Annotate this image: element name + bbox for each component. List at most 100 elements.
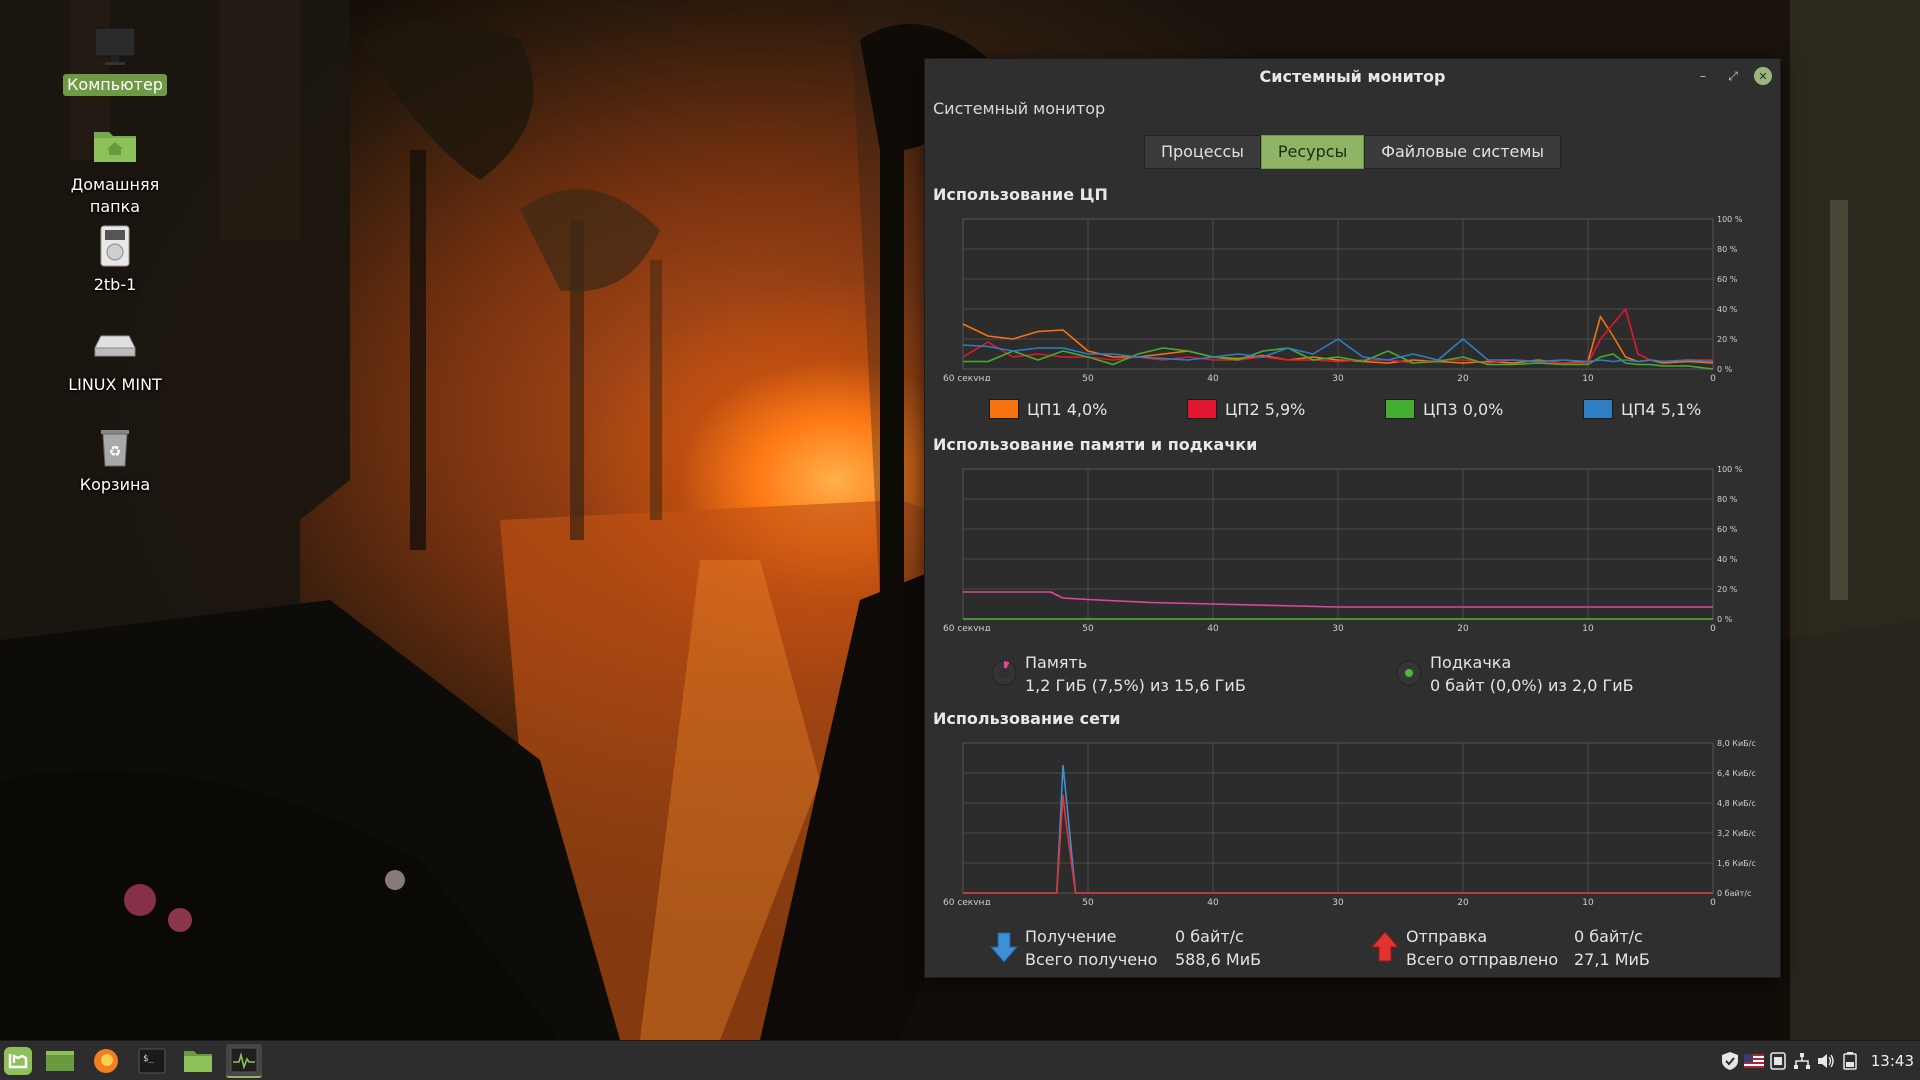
receive-label: Получение <box>1025 927 1117 946</box>
cpu2-color-swatch[interactable] <box>1187 399 1217 419</box>
window-title: Системный монитор <box>1259 66 1446 86</box>
svg-text:♻: ♻ <box>109 444 122 460</box>
maximize-icon[interactable]: ⤢ <box>1724 67 1742 85</box>
x-tick-label: 20 <box>1457 374 1469 381</box>
system-tray: 13:43 <box>1717 1041 1920 1080</box>
x-tick-label: 40 <box>1207 898 1219 905</box>
shield-icon[interactable] <box>1719 1050 1741 1072</box>
cpu3-color-swatch[interactable] <box>1385 399 1415 419</box>
upload-arrow-icon[interactable] <box>1370 925 1400 969</box>
terminal-icon: $_ <box>138 1048 166 1074</box>
system-monitor-icon <box>230 1047 258 1073</box>
desktop-icon-label-line2: папка <box>89 197 141 216</box>
mint-menu-icon <box>4 1047 32 1075</box>
cpu1-color-swatch[interactable] <box>989 399 1019 419</box>
cpu1-legend[interactable]: ЦП1 4,0% <box>989 399 1107 419</box>
memory-label: Память <box>1025 653 1088 672</box>
x-tick-label: 50 <box>1082 898 1094 905</box>
receive-total-label: Всего получено <box>1025 950 1158 969</box>
cpu1-name: ЦП1 <box>1027 399 1062 419</box>
x-tick-label: 10 <box>1582 374 1594 381</box>
desktop-icon-computer[interactable]: Компьютер <box>55 22 175 96</box>
keyboard-layout-icon[interactable] <box>1743 1050 1765 1072</box>
home-folder-icon <box>94 132 136 162</box>
desktop-icon-linux-mint[interactable]: LINUX MINT <box>55 322 175 396</box>
system-monitor-button[interactable] <box>226 1044 262 1078</box>
cpu3-value: 0,0% <box>1462 399 1504 419</box>
swap-pie-icon[interactable] <box>1394 651 1424 695</box>
cpu2-legend[interactable]: ЦП2 5,9% <box>1187 399 1305 419</box>
files-button[interactable] <box>180 1044 216 1078</box>
send-total-label: Всего отправлено <box>1406 950 1559 969</box>
send-info: Отправка 0 байт/с Всего отправлено 27,1 … <box>1370 925 1650 971</box>
tab-resources[interactable]: Ресурсы <box>1260 135 1365 169</box>
network-icon[interactable] <box>1791 1050 1813 1072</box>
x-tick-label: 30 <box>1332 374 1344 381</box>
y-tick-label: 0 % <box>1717 365 1733 374</box>
y-tick-label: 60 % <box>1717 525 1738 534</box>
desktop-icon-label: LINUX MINT <box>68 375 162 394</box>
x-tick-label: 50 <box>1082 374 1094 381</box>
download-arrow-icon[interactable] <box>989 925 1019 969</box>
memory-graph-svg: 60 секунд 50 40 30 20 10 0 100 % 80 % 60 % 40 % 20 … <box>943 465 1743 631</box>
cpu1-value: 4,0% <box>1066 399 1108 419</box>
swap-value: 0 байт (0,0%) из 2,0 ГиБ <box>1430 676 1634 695</box>
cpu4-color-swatch[interactable] <box>1583 399 1613 419</box>
clock[interactable]: 13:43 <box>1871 1052 1914 1070</box>
firefox-button[interactable] <box>88 1044 124 1078</box>
x-tick-label: 20 <box>1457 898 1469 905</box>
send-rate: 0 байт/с <box>1574 927 1643 946</box>
y-tick-label: 8,0 КиБ/с <box>1717 739 1756 748</box>
x-tick-label: 10 <box>1582 624 1594 631</box>
x-tick-label: 60 секунд <box>943 374 991 381</box>
tab-filesystems[interactable]: Файловые системы <box>1364 135 1562 169</box>
desktop-icon-label: Компьютер <box>63 74 167 96</box>
x-tick-label: 50 <box>1082 624 1094 631</box>
x-tick-label: 0 <box>1710 374 1716 381</box>
trash-icon: ♻ <box>101 430 129 467</box>
memory-pie-icon[interactable] <box>989 651 1019 695</box>
desktop-icon-2tb[interactable]: 2tb-1 <box>55 222 175 296</box>
show-desktop-button[interactable] <box>42 1044 78 1078</box>
send-label: Отправка <box>1406 927 1488 946</box>
close-icon[interactable]: ✕ <box>1754 67 1772 85</box>
y-tick-label: 0 % <box>1717 615 1733 624</box>
desktop-icon-home[interactable]: Домашняя папка <box>55 122 175 218</box>
x-tick-label: 40 <box>1207 624 1219 631</box>
tab-processes[interactable]: Процессы <box>1143 135 1261 169</box>
terminal-button[interactable]: $_ <box>134 1044 170 1078</box>
taskbar: $_ 13:43 <box>0 1040 1920 1080</box>
cpu-section-title: Использование ЦП <box>933 185 1108 204</box>
minimize-icon[interactable]: – <box>1694 67 1712 85</box>
drive-icon <box>100 225 130 267</box>
x-tick-label: 30 <box>1332 624 1344 631</box>
y-tick-label: 40 % <box>1717 305 1738 314</box>
memory-section-title: Использование памяти и подкачки <box>933 435 1258 454</box>
x-tick-label: 0 <box>1710 898 1716 905</box>
mint-menu-button[interactable] <box>0 1044 36 1078</box>
x-tick-label: 0 <box>1710 624 1716 631</box>
x-tick-label: 40 <box>1207 374 1219 381</box>
files-icon <box>184 1051 212 1072</box>
battery-icon[interactable] <box>1839 1050 1861 1072</box>
window-subtitle: Системный монитор <box>933 99 1106 118</box>
cpu4-name: ЦП4 <box>1621 399 1656 419</box>
update-manager-icon[interactable] <box>1767 1050 1789 1072</box>
cpu3-legend[interactable]: ЦП3 0,0% <box>1385 399 1503 419</box>
cpu3-name: ЦП3 <box>1423 399 1458 419</box>
send-total: 27,1 МиБ <box>1574 950 1650 969</box>
desktop-icon-label: 2tb-1 <box>93 275 137 294</box>
swap-label: Подкачка <box>1430 653 1512 672</box>
x-tick-label: 20 <box>1457 624 1469 631</box>
cpu-graph: 60 секунд 50 40 30 20 10 0 100 % 80 % 60 % 40 % 20 … <box>933 213 1773 381</box>
desktop-icon-trash[interactable]: ♻ Корзина <box>55 422 175 496</box>
cpu4-legend[interactable]: ЦП4 5,1% <box>1583 399 1701 419</box>
y-tick-label: 100 % <box>1717 215 1743 224</box>
cpu4-value: 5,1% <box>1660 399 1702 419</box>
y-tick-label: 6,4 КиБ/с <box>1717 769 1756 778</box>
cpu2-name: ЦП2 <box>1225 399 1260 419</box>
network-graph-svg: 60 секунд 50 40 30 20 10 0 8,0 КиБ/с 6,4 КиБ/с 4,… <box>943 739 1756 905</box>
window-titlebar[interactable]: Системный монитор – ⤢ ✕ <box>925 59 1780 93</box>
y-tick-label: 80 % <box>1717 245 1738 254</box>
volume-icon[interactable] <box>1815 1050 1837 1072</box>
